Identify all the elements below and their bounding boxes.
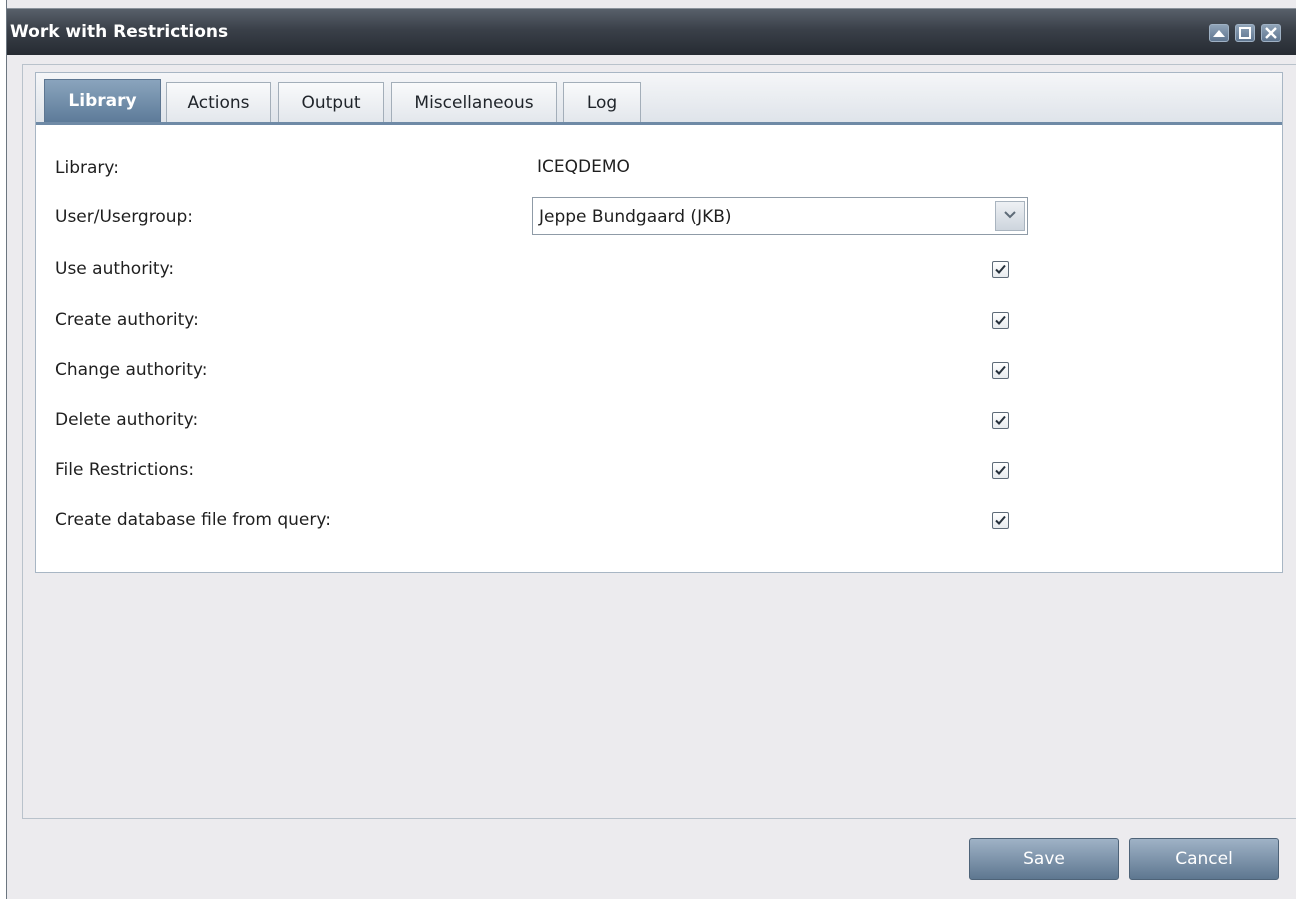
create-authority-label: Create authority: (55, 310, 199, 330)
change-authority-checkbox[interactable] (992, 362, 1009, 379)
maximize-icon[interactable] (1235, 24, 1255, 42)
title-bar[interactable]: Work with Restrictions (7, 8, 1296, 55)
minimize-icon[interactable] (1209, 24, 1229, 42)
save-button[interactable]: Save (969, 838, 1119, 880)
use-authority-label: Use authority: (55, 259, 175, 279)
tab-strip: Library Actions Output Miscellaneous Log (36, 73, 1282, 125)
tab-output[interactable]: Output (278, 82, 384, 122)
create-authority-checkbox[interactable] (992, 312, 1009, 329)
user-select-value: Jeppe Bundgaard (JKB) (539, 207, 732, 227)
tab-library[interactable]: Library (44, 79, 161, 122)
close-icon[interactable] (1261, 24, 1281, 42)
tab-log[interactable]: Log (563, 82, 641, 122)
dialog-window: Work with Restrictions Library Actions O… (6, 0, 1296, 899)
window-title: Work with Restrictions (10, 22, 229, 42)
create-db-file-label: Create database file from query: (55, 510, 331, 530)
library-label: Library: (55, 158, 119, 178)
use-authority-checkbox[interactable] (992, 261, 1009, 278)
user-label: User/Usergroup: (55, 207, 194, 227)
file-restrictions-label: File Restrictions: (55, 460, 195, 480)
content-pane: Library Actions Output Miscellaneous Log… (22, 64, 1296, 819)
cancel-button[interactable]: Cancel (1129, 838, 1279, 880)
create-db-file-checkbox[interactable] (992, 512, 1009, 529)
file-restrictions-checkbox[interactable] (992, 462, 1009, 479)
library-value: ICEQDEMO (537, 157, 630, 177)
tab-actions[interactable]: Actions (166, 82, 271, 122)
tab-miscellaneous[interactable]: Miscellaneous (391, 82, 557, 122)
delete-authority-label: Delete authority: (55, 410, 199, 430)
delete-authority-checkbox[interactable] (992, 412, 1009, 429)
chevron-down-icon[interactable] (995, 201, 1025, 231)
change-authority-label: Change authority: (55, 360, 208, 380)
user-select[interactable]: Jeppe Bundgaard (JKB) (532, 197, 1028, 235)
tab-panel: Library Actions Output Miscellaneous Log… (35, 72, 1283, 573)
